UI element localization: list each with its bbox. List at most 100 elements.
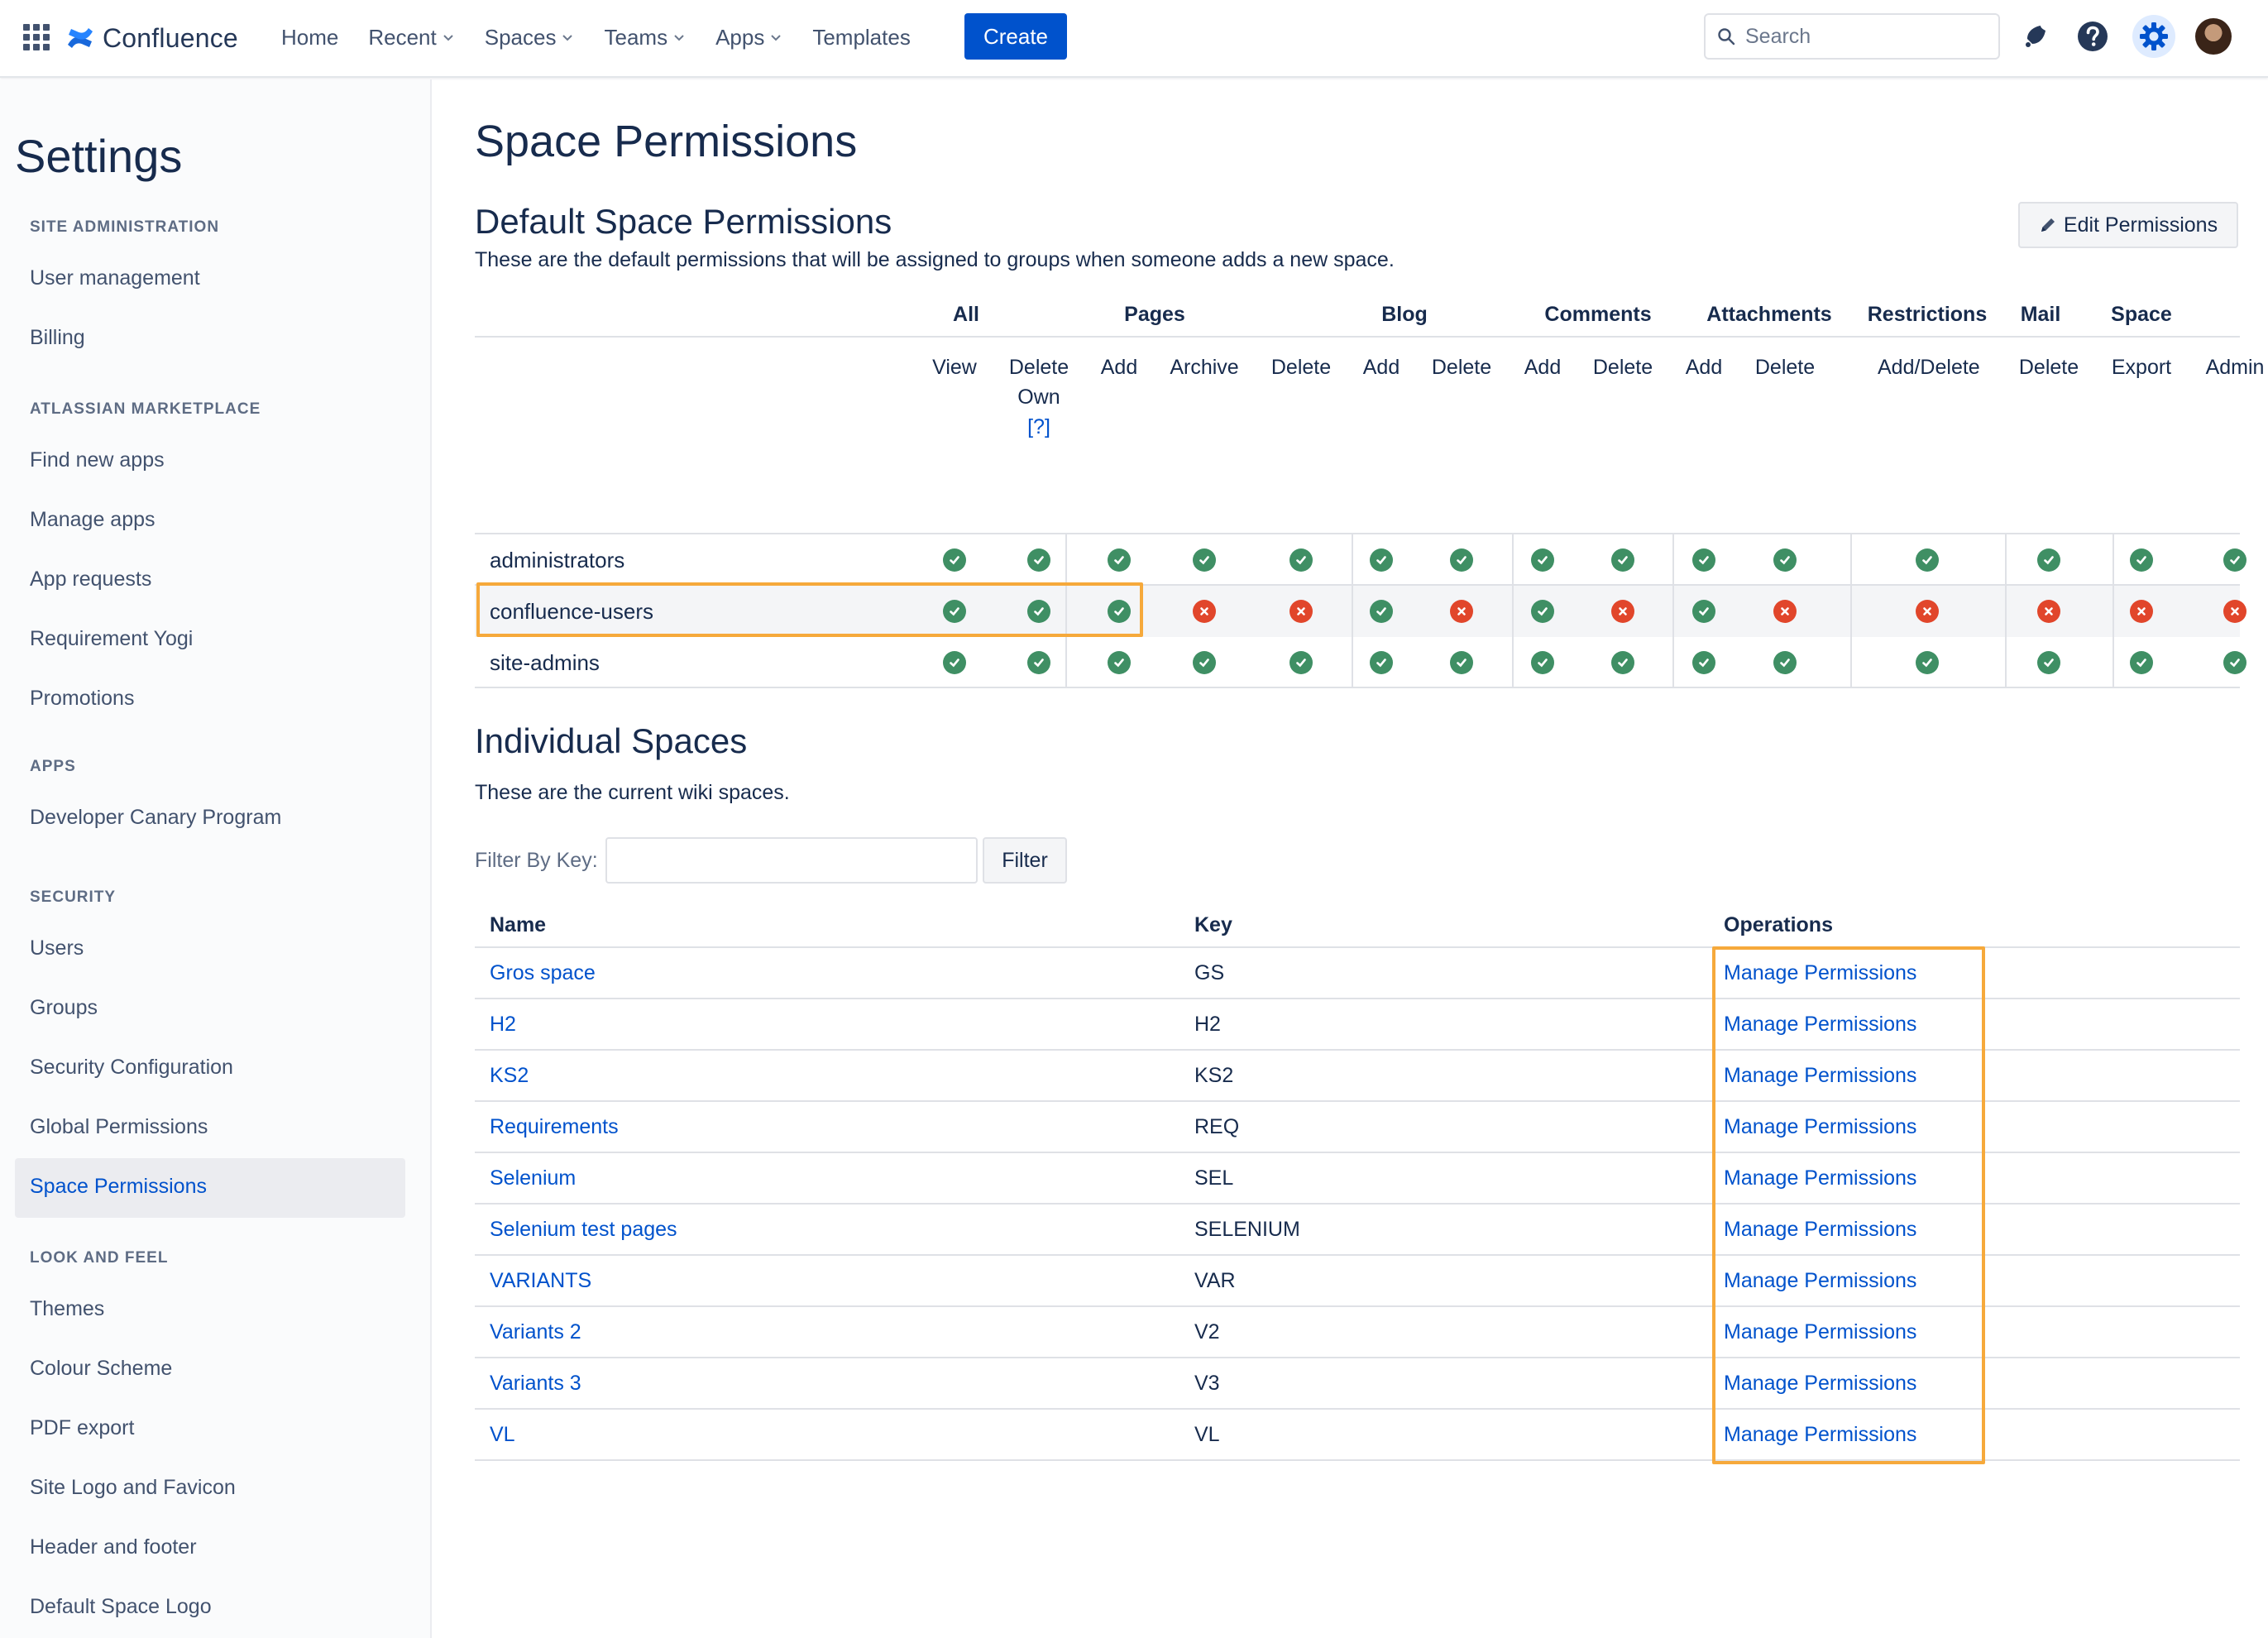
nav-item-label: Templates [812,24,911,50]
permission-granted-icon [2037,548,2060,572]
app-switcher-icon[interactable] [23,24,50,50]
settings-gear-icon[interactable] [2132,15,2175,58]
sidebar-item-users[interactable]: Users [30,936,84,960]
sidebar-item-security-configuration[interactable]: Security Configuration [30,1056,233,1080]
chevron-down-icon [674,35,684,41]
permission-column-3: Archive [1155,352,1254,382]
notifications-icon[interactable] [2015,17,2055,56]
space-name-link[interactable]: Requirements [490,1115,619,1139]
sidebar-item-themes[interactable]: Themes [30,1297,104,1321]
sidebar-item-manage-apps[interactable]: Manage apps [30,508,156,532]
space-name-link[interactable]: H2 [490,1013,516,1037]
highlight-annotation-operations [1712,946,1985,1464]
column-group-divider [1672,534,1674,687]
nav-item-apps[interactable]: Apps [715,25,782,50]
sidebar-item-promotions[interactable]: Promotions [30,687,134,711]
column-header-operations: Operations [1724,913,1833,936]
permission-granted-icon [1692,651,1715,674]
permission-column-label: Add [1100,356,1138,379]
permission-granted-icon [2130,651,2153,674]
permission-granted-icon [1290,651,1313,674]
nav-item-label: Teams [604,24,668,50]
sidebar-item-site-logo-and-favicon[interactable]: Site Logo and Favicon [30,1476,236,1500]
space-name-link[interactable]: Variants 3 [490,1372,581,1396]
permission-column-label: Add/Delete [1878,356,1980,379]
space-name-link[interactable]: KS2 [490,1064,529,1088]
space-key: SELENIUM [1194,1218,1300,1241]
nav-item-recent[interactable]: Recent [368,25,454,50]
space-name-link[interactable]: Gros space [490,961,596,985]
permission-column-label: Admin [2205,356,2265,379]
space-name-link[interactable]: Variants 2 [490,1320,581,1344]
sidebar-item-find-new-apps[interactable]: Find new apps [30,448,165,472]
column-group-divider [1512,534,1514,687]
sidebar-item-pdf-export[interactable]: PDF export [30,1416,134,1440]
space-key: H2 [1194,1013,1221,1036]
sidebar-item-header-and-footer[interactable]: Header and footer [30,1535,197,1559]
space-key: KS2 [1194,1064,1234,1087]
sidebar-item-user-management[interactable]: User management [30,266,200,290]
space-name-link[interactable]: Selenium [490,1166,576,1190]
permission-granted-icon [1531,548,1554,572]
permission-group-pages: Pages [1124,302,1185,326]
nav-item-templates[interactable]: Templates [812,25,911,50]
permission-group-comments: Comments [1544,302,1652,326]
search-input[interactable]: Search [1704,13,2000,60]
space-name-link[interactable]: Selenium test pages [490,1218,677,1242]
sidebar-item-groups[interactable]: Groups [30,996,98,1020]
permission-granted-icon [1531,600,1554,623]
chevron-down-icon [562,35,573,41]
nav-item-label: Recent [368,24,437,50]
permission-granted-icon [1531,651,1554,674]
sidebar-item-space-permissions[interactable]: Space Permissions [30,1175,207,1199]
permission-row-group-name: administrators [490,548,625,572]
highlight-annotation-row [476,582,1143,637]
permission-granted-icon [1193,651,1216,674]
column-group-divider [1352,534,1353,687]
sidebar-item-colour-scheme[interactable]: Colour Scheme [30,1357,172,1381]
space-name-link[interactable]: VL [490,1423,515,1447]
column-group-divider [1850,534,1852,687]
create-button[interactable]: Create [964,13,1067,60]
sidebar-heading-4: LOOK AND FEEL [30,1249,169,1267]
sidebar-item-billing[interactable]: Billing [30,326,85,350]
sidebar-item-app-requests[interactable]: App requests [30,568,151,592]
space-name-link[interactable]: VARIANTS [490,1269,591,1293]
confluence-logo[interactable]: Confluence [66,18,238,58]
sidebar-item-developer-canary-program[interactable]: Developer Canary Program [30,806,281,830]
permission-denied-icon [2037,600,2060,623]
permission-granted-icon [1773,651,1797,674]
default-permissions-heading: Default Space Permissions [475,202,892,241]
permission-column-13: Export [2092,352,2191,382]
nav-item-teams[interactable]: Teams [604,25,686,50]
space-key: VL [1194,1423,1220,1446]
permission-granted-icon [1450,651,1473,674]
nav-item-label: Spaces [484,24,557,50]
edit-permissions-button[interactable]: Edit Permissions [2018,202,2238,248]
permission-column-14: Admin [2185,352,2268,382]
sidebar-item-requirement-yogi[interactable]: Requirement Yogi [30,627,193,651]
column-group-divider [2112,534,2114,687]
user-avatar[interactable] [2195,18,2232,55]
permission-group-all: All [953,302,979,326]
sidebar-item-default-space-logo[interactable]: Default Space Logo [30,1595,212,1619]
sidebar-item-global-permissions[interactable]: Global Permissions [30,1115,208,1139]
permission-column-label: Archive [1170,356,1239,379]
permission-column-label: Delete [2018,356,2079,379]
sidebar-title: Settings [15,130,183,182]
settings-sidebar: Settings SITE ADMINISTRATION User managem… [0,79,432,1638]
column-header-key: Key [1194,913,1232,936]
nav-item-home[interactable]: Home [281,25,338,50]
filter-button[interactable]: Filter [983,837,1067,884]
help-link[interactable]: [?] [989,412,1089,442]
permission-granted-icon [1692,600,1715,623]
nav-item-spaces[interactable]: Spaces [485,25,575,50]
filter-by-key-input[interactable] [605,837,978,884]
permission-column-2: Add [1069,352,1169,382]
space-key: SEL [1194,1166,1234,1190]
help-icon[interactable] [2073,17,2112,56]
permission-granted-icon [1193,548,1216,572]
sidebar-heading-0: SITE ADMINISTRATION [30,218,220,236]
permission-granted-icon [1692,548,1715,572]
permission-granted-icon [2223,651,2246,674]
